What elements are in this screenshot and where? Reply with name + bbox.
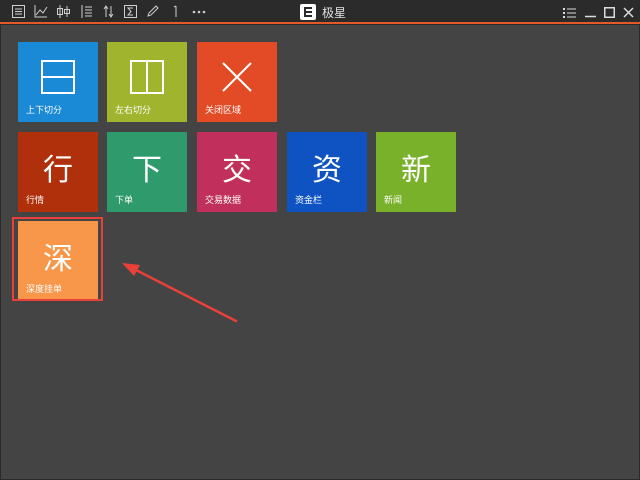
tile-quotes[interactable]: 行 行情 bbox=[18, 132, 98, 212]
tile-label: 资金栏 bbox=[295, 196, 323, 206]
tile-funds-bar[interactable]: 资 资金栏 bbox=[287, 132, 367, 212]
tile-label: 交易数据 bbox=[205, 196, 242, 206]
tile-glyph: 交 bbox=[222, 153, 252, 188]
tile-label: 深度挂单 bbox=[26, 285, 63, 295]
sort-icon[interactable] bbox=[101, 4, 116, 19]
tile-glyph: 资 bbox=[312, 153, 342, 188]
tile-label: 行情 bbox=[26, 196, 45, 206]
split-vertical-icon bbox=[107, 52, 187, 102]
tile-label: 新闻 bbox=[384, 196, 403, 206]
tile-label: 关闭区域 bbox=[205, 106, 242, 116]
title-bar: 极星 bbox=[0, 0, 640, 24]
tile-split-horizontal[interactable]: 上下切分 bbox=[18, 42, 98, 122]
tile-news[interactable]: 新 新闻 bbox=[376, 132, 456, 212]
candlestick-icon[interactable] bbox=[56, 4, 71, 19]
tile-glyph: 行 bbox=[43, 153, 73, 188]
tile-split-vertical[interactable]: 左右切分 bbox=[107, 42, 187, 122]
line-chart-icon[interactable] bbox=[33, 4, 48, 19]
split-horizontal-icon bbox=[18, 52, 98, 102]
tile-glyph: 新 bbox=[401, 153, 431, 188]
tile-label: 左右切分 bbox=[115, 106, 152, 116]
cursor-line-icon[interactable] bbox=[168, 4, 183, 19]
tile-close-area[interactable]: 关闭区域 bbox=[197, 42, 277, 122]
quote-list-icon[interactable] bbox=[11, 4, 26, 19]
app-title-text: 极星 bbox=[322, 5, 347, 20]
app-title: 极星 bbox=[300, 3, 346, 21]
tile-glyph: 下 bbox=[132, 153, 162, 188]
close-icon[interactable] bbox=[619, 3, 637, 21]
tile-label: 上下切分 bbox=[26, 106, 63, 116]
close-area-icon bbox=[197, 52, 277, 102]
minimize-icon[interactable] bbox=[581, 3, 599, 21]
tile-trade-data[interactable]: 交 交易数据 bbox=[197, 132, 277, 212]
more-icon[interactable] bbox=[191, 4, 206, 19]
panel-split-icon[interactable] bbox=[79, 4, 94, 19]
app-logo-icon bbox=[300, 4, 316, 20]
tile-order[interactable]: 下 下单 bbox=[107, 132, 187, 212]
formula-icon[interactable] bbox=[123, 4, 138, 19]
pencil-icon[interactable] bbox=[145, 4, 160, 19]
menu-icon[interactable] bbox=[560, 3, 578, 21]
maximize-icon[interactable] bbox=[600, 3, 618, 21]
tile-glyph: 深 bbox=[43, 242, 73, 277]
tile-label: 下单 bbox=[115, 196, 134, 206]
tile-depth-orders[interactable]: 深 深度挂单 bbox=[18, 221, 98, 301]
